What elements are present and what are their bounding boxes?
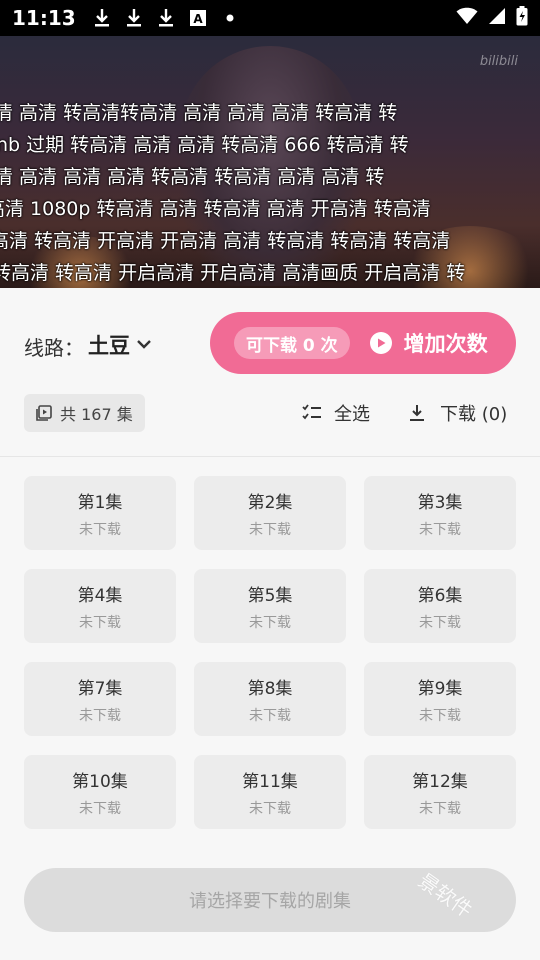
episode-title: 第3集 [417,492,463,513]
select-all-button[interactable]: 全选 [302,400,370,426]
svg-text:A: A [193,12,203,26]
download-quota-badge: 可下载 0 次 [234,327,350,359]
episode-status: 未下载 [419,614,461,631]
video-player[interactable]: bilibili 清 高清 转高清转高清 高清 高清 高清 转高清 转 nb 过… [0,36,540,288]
download-icon [92,8,112,28]
download-icon [408,404,426,422]
episode-status: 未下载 [79,707,121,724]
episode-item[interactable]: 第8集未下载 [194,662,346,736]
episode-count-chip: 共 167 集 [24,394,145,432]
episode-item[interactable]: 第11集未下载 [194,755,346,829]
episode-status: 未下载 [249,800,291,817]
episode-status: 未下载 [249,707,291,724]
episode-item[interactable]: 第5集未下载 [194,569,346,643]
episode-item[interactable]: 第1集未下载 [24,476,176,550]
episode-status: 未下载 [249,521,291,538]
episode-grid: 第1集 未下载 第2集 未下载 第3集 未下载 第4集 未下载 第5集 未下载 第6集 未下… [24,476,516,829]
danmaku-line: 清 高清 转高清转高清 高清 高清 高清 转高清 转 [0,102,398,124]
episode-title: 第9集 [417,678,463,699]
episode-title: 第5集 [247,585,293,606]
route-label: 线路： [24,336,84,360]
select-all-label: 全选 [334,404,370,425]
divider [0,456,540,457]
route-selector[interactable]: 土豆 [88,330,130,360]
episode-item[interactable]: 第3集未下载 [364,476,516,550]
playlist-icon [36,405,52,421]
danmaku-line: nb 过期 转高清 高清 高清 转高清 666 转高清 转 [0,134,409,156]
danmaku-line: 高清 转高清 开高清 开高清 高清 转高清 转高清 转高清 [0,230,451,252]
download-icon [124,8,144,28]
add-download-quota-button[interactable]: 可下载 0 次 增加次数 [210,312,516,374]
episode-title: 第11集 [242,771,298,792]
checklist-icon [302,404,322,422]
bilibili-logo: bilibili [479,54,518,69]
episode-title: 第1集 [77,492,123,513]
episode-title: 第10集 [72,771,128,792]
episode-status: 未下载 [249,614,291,631]
episode-title: 第6集 [417,585,463,606]
font-a-icon: A [188,8,208,28]
danmaku-line: 转高清 转高清 开启高清 开启高清 高清画质 开启高清 转 [0,262,466,284]
episode-title: 第2集 [247,492,293,513]
play-circle-icon [369,332,392,354]
danmaku-line: 高清 1080p 转高清 高清 转高清 高清 开高清 转高清 [0,198,431,220]
episode-item[interactable]: 第7集未下载 [24,662,176,736]
episode-item[interactable]: 第12集未下载 [364,755,516,829]
episode-item[interactable]: 第9集未下载 [364,662,516,736]
episode-title: 第7集 [77,678,123,699]
danmaku-line: 清 高清 高清 高清 转高清 转高清 高清 高清 转 [0,166,385,188]
episode-item[interactable]: 第4集未下载 [24,569,176,643]
download-label: 下载 (0) [440,404,508,425]
status-bar: 11:13 A [0,0,540,36]
dot-icon [220,8,240,28]
episode-item[interactable]: 第2集未下载 [194,476,346,550]
add-quota-label: 增加次数 [403,332,488,356]
episode-status: 未下载 [419,707,461,724]
episode-status: 未下载 [79,800,121,817]
episode-status: 未下载 [79,614,121,631]
status-time: 11:13 [12,6,76,30]
episode-item[interactable]: 第10集未下载 [24,755,176,829]
episode-status: 未下载 [79,521,121,538]
chevron-down-icon[interactable] [134,334,154,354]
episode-title: 第8集 [247,678,293,699]
episode-status: 未下载 [419,521,461,538]
download-panel: 线路： 土豆 可下载 0 次 增加次数 共 167 集 全选 下载 (0) 第1… [0,288,540,960]
download-icon [156,8,176,28]
episode-status: 未下载 [419,800,461,817]
download-button[interactable]: 下载 (0) [408,400,507,426]
episode-title: 第4集 [77,585,123,606]
episode-title: 第12集 [412,771,468,792]
episode-item[interactable]: 第6集未下载 [364,569,516,643]
episode-count: 共 167 集 [60,405,133,424]
signal-icon [488,7,506,29]
wifi-icon [456,7,478,29]
battery-charging-icon [516,6,528,30]
